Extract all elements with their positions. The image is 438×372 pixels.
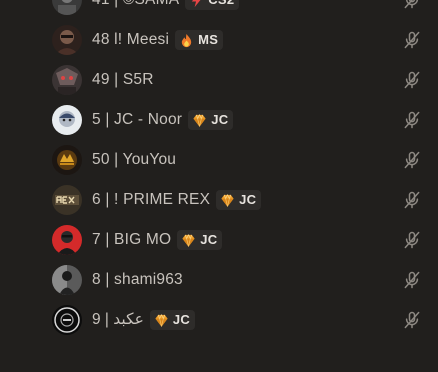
member-row[interactable]: 8 | shami963 <box>0 260 438 300</box>
member-row[interactable]: 41 | ©SAMA CS2 <box>0 0 438 20</box>
gem-icon <box>220 193 235 208</box>
microphone-muted-icon <box>402 110 422 130</box>
member-tag-badge: JC <box>216 190 262 210</box>
microphone-muted-icon <box>402 190 422 210</box>
avatar <box>52 225 82 255</box>
member-row[interactable]: 6 | ! PRIME REX JC <box>0 180 438 220</box>
member-name: 48 l! Meesi <box>92 31 170 48</box>
microphone-muted-icon <box>402 70 422 90</box>
member-tag-badge: JC <box>177 230 223 250</box>
member-list: 41 | ©SAMA CS2 48 l! Meesi MS <box>0 0 438 340</box>
badge-label: MS <box>198 32 219 47</box>
member-row[interactable]: 9 | عكبد JC <box>0 300 438 340</box>
avatar <box>52 105 82 135</box>
member-row[interactable]: 5 | JC - Noor JC <box>0 100 438 140</box>
avatar <box>52 145 82 175</box>
microphone-muted-icon <box>402 310 422 330</box>
member-row[interactable]: 49 | S5R <box>0 60 438 100</box>
badge-label: JC <box>211 112 229 127</box>
member-name: 50 | YouYou <box>92 151 177 168</box>
member-name: 49 | S5R <box>92 71 154 88</box>
member-row[interactable]: 48 l! Meesi MS <box>0 20 438 60</box>
gem-icon <box>154 313 169 328</box>
avatar <box>52 305 82 335</box>
member-tag-badge: JC <box>188 110 234 130</box>
avatar <box>52 65 82 95</box>
badge-label: CS2 <box>208 0 234 10</box>
avatar <box>52 0 82 15</box>
microphone-muted-icon <box>402 30 422 50</box>
microphone-muted-icon <box>402 150 422 170</box>
gem-icon <box>181 233 196 248</box>
avatar <box>52 25 82 55</box>
badge-label: JC <box>239 192 257 207</box>
member-name: 7 | BIG MO <box>92 231 172 248</box>
lightning-icon <box>189 0 204 8</box>
member-name: 9 | عكبد <box>92 311 144 328</box>
microphone-muted-icon <box>402 0 422 10</box>
member-row[interactable]: 7 | BIG MO JC <box>0 220 438 260</box>
member-name: 5 | JC - Noor <box>92 111 183 128</box>
badge-label: JC <box>200 232 218 247</box>
microphone-muted-icon <box>402 270 422 290</box>
member-name: 8 | shami963 <box>92 271 183 288</box>
microphone-muted-icon <box>402 230 422 250</box>
member-tag-badge: CS2 <box>185 0 240 10</box>
avatar <box>52 265 82 295</box>
flame-icon <box>179 33 194 48</box>
gem-icon <box>192 113 207 128</box>
badge-label: JC <box>172 312 191 327</box>
member-tag-badge: JC <box>149 310 196 330</box>
member-row[interactable]: 50 | YouYou <box>0 140 438 180</box>
member-name: 41 | ©SAMA <box>92 0 179 10</box>
member-name: 6 | ! PRIME REX <box>92 191 211 208</box>
avatar <box>52 185 82 215</box>
member-tag-badge: MS <box>175 30 224 50</box>
